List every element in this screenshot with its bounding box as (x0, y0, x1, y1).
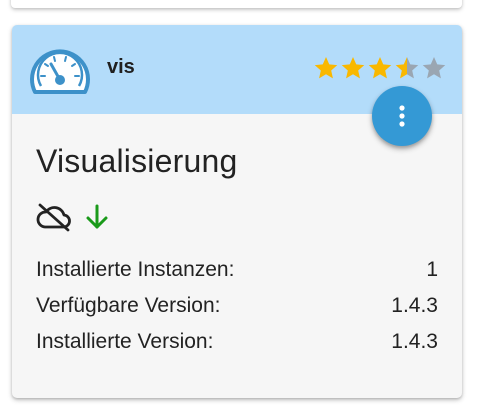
adapter-name: vis (107, 56, 135, 78)
info-row-available-version: Verfügbare Version: 1.4.3 (36, 294, 438, 330)
star-icon (422, 56, 446, 79)
more-vert-icon (398, 104, 406, 128)
info-value: 1.4.3 (391, 294, 438, 317)
rating-stars (313, 55, 448, 82)
status-icons (36, 201, 110, 233)
star-icon (395, 56, 419, 79)
adapter-title: Visualisierung (36, 143, 238, 179)
star-icon (341, 56, 365, 79)
previous-card-edge (11, 0, 462, 8)
cloud-off-icon (36, 202, 72, 232)
speedometer-icon (27, 42, 93, 98)
info-row-installed-version: Installierte Version: 1.4.3 (36, 330, 438, 366)
star-icon (314, 56, 338, 79)
arrow-down-icon[interactable] (84, 202, 110, 232)
info-label: Verfügbare Version: (36, 294, 221, 317)
info-row-installed-instances: Installierte Instanzen: 1 (36, 258, 438, 294)
adapter-card: vis Visualisierung Installierte Instanze… (12, 25, 462, 398)
info-label: Installierte Version: (36, 330, 214, 353)
info-label: Installierte Instanzen: (36, 258, 235, 281)
info-value: 1 (426, 258, 438, 281)
star-icon (368, 56, 392, 79)
more-menu-button[interactable] (372, 86, 432, 146)
info-value: 1.4.3 (391, 330, 438, 353)
info-table: Installierte Instanzen: 1 Verfügbare Ver… (36, 258, 438, 366)
